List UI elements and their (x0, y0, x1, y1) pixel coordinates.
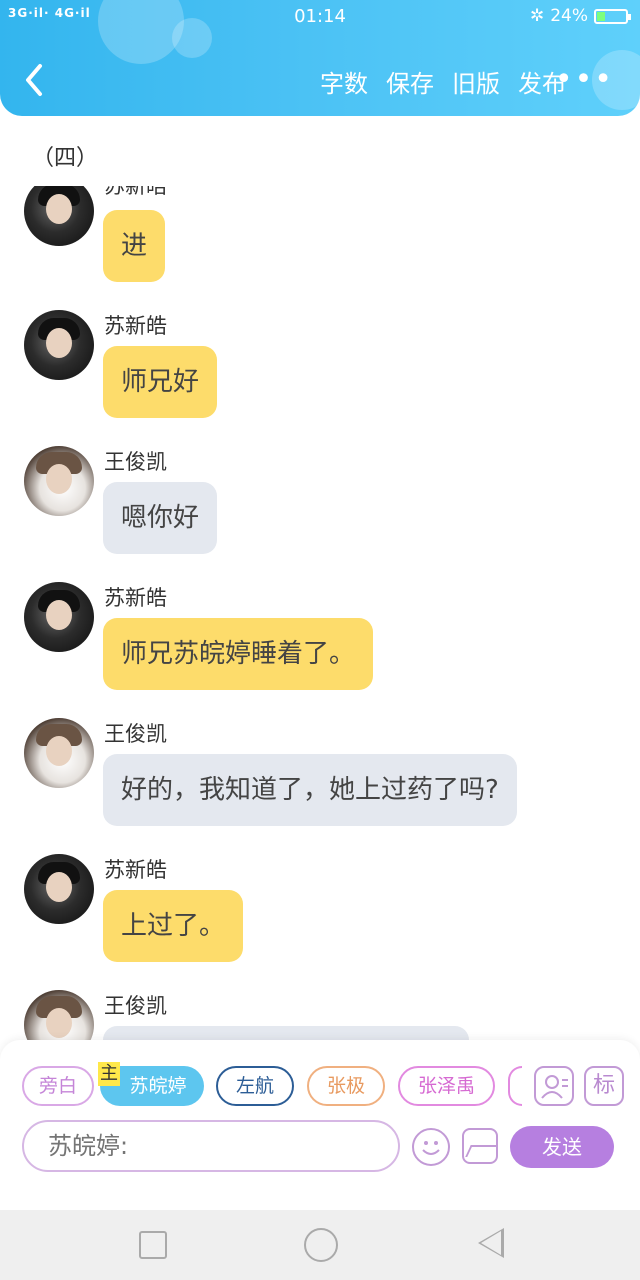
role-chip-main[interactable]: 主 苏皖婷 (98, 1062, 204, 1106)
nav-back-icon[interactable] (478, 1228, 504, 1258)
speaker-name: 王俊凯 (104, 722, 167, 746)
smiley-icon[interactable] (412, 1128, 450, 1166)
app-header: 3G·il· 4G·il 01:14 ✲ 24% 字数 保存 旧版 发布 ••• (0, 0, 640, 116)
person-card-icon[interactable] (534, 1066, 574, 1106)
avatar[interactable] (24, 186, 94, 246)
recent-apps-icon[interactable] (139, 1231, 167, 1259)
more-icon[interactable]: ••• (555, 62, 614, 97)
avatar[interactable] (24, 854, 94, 924)
speaker-name: 苏新皓 (104, 586, 167, 610)
message-input[interactable] (22, 1120, 400, 1172)
role-chip-partial[interactable] (508, 1066, 522, 1106)
message-bubble[interactable]: 师兄好 (103, 346, 218, 418)
send-button[interactable]: 发送 (510, 1126, 614, 1168)
avatar[interactable] (24, 718, 94, 788)
bluetooth-icon: ✲ (529, 6, 545, 26)
main-role-tag: 主 (98, 1062, 120, 1086)
speaker-name: 王俊凯 (104, 450, 167, 474)
status-bar: 3G·il· 4G·il 01:14 ✲ 24% (0, 0, 640, 34)
avatar[interactable] (24, 446, 94, 516)
message-bubble[interactable]: 上过了。 (103, 890, 244, 962)
toolbar: 字数 保存 旧版 发布 (320, 64, 566, 99)
message-bubble[interactable]: 师兄苏皖婷睡着了。 (103, 618, 374, 690)
speaker-name: 苏新皓 (104, 314, 167, 338)
speaker-name: 王俊凯 (104, 994, 167, 1018)
system-nav-bar (0, 1210, 640, 1280)
message-bubble[interactable]: 进 (103, 210, 166, 282)
old-version-button[interactable]: 旧版 (452, 64, 500, 99)
save-button[interactable]: 保存 (386, 64, 434, 99)
battery-percent: 24% (550, 6, 588, 26)
image-icon[interactable] (462, 1128, 498, 1164)
back-arrow-icon[interactable] (20, 60, 54, 100)
battery-icon (594, 8, 631, 24)
word-count-button[interactable]: 字数 (320, 64, 368, 99)
avatar[interactable] (24, 582, 94, 652)
message-bubble[interactable]: 好的，我知道了，她上过药了吗? (103, 754, 517, 826)
chat-list[interactable]: 苏新皓 进 苏新皓 师兄好 王俊凯 嗯你好 苏新皓 师兄苏皖婷睡着了。 王俊凯 … (0, 186, 640, 1042)
home-icon[interactable] (304, 1228, 338, 1262)
composer-panel: 旁白 主 苏皖婷 左航 张极 张泽禹 标 发送 (0, 1040, 640, 1210)
speaker-name: 苏新皓 (104, 186, 167, 198)
avatar[interactable] (24, 990, 94, 1042)
avatar[interactable] (24, 310, 94, 380)
tag-button[interactable]: 标 (584, 1066, 624, 1106)
role-chip-zhangji[interactable]: 张极 (307, 1066, 385, 1106)
section-title: （四） (32, 146, 99, 171)
role-chip-zhangzeyu[interactable]: 张泽禹 (398, 1066, 495, 1106)
message-bubble[interactable]: 嗯你好 (103, 482, 218, 554)
role-chip-narration[interactable]: 旁白 (22, 1066, 94, 1106)
speaker-name: 苏新皓 (104, 858, 167, 882)
role-chip-zuohang[interactable]: 左航 (216, 1066, 294, 1106)
role-chip-label: 苏皖婷 (129, 1075, 187, 1097)
